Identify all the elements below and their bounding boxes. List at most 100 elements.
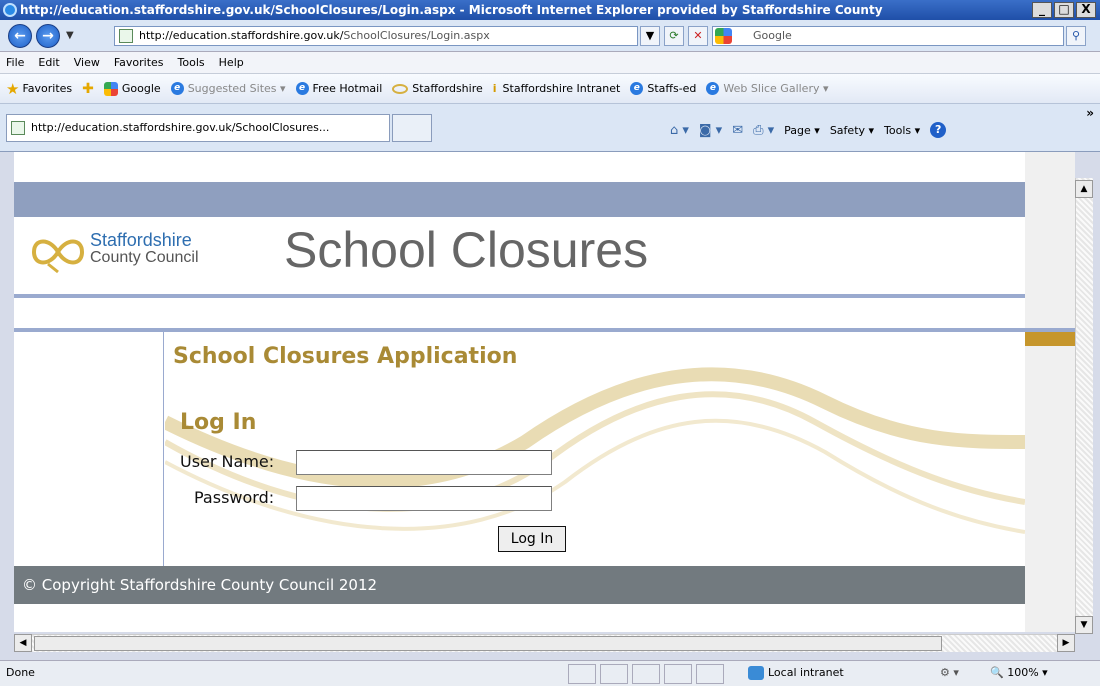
- menu-edit[interactable]: Edit: [38, 56, 59, 69]
- new-tab-button[interactable]: [392, 114, 432, 142]
- mail-icon[interactable]: ✉: [732, 123, 743, 138]
- ie-icon: [3, 3, 17, 17]
- site-title: School Closures: [284, 222, 649, 278]
- title-bar: http://education.staffordshire.gov.uk/Sc…: [0, 0, 1100, 20]
- logo-line1: Staffordshire: [90, 230, 192, 250]
- password-label: Password:: [194, 488, 275, 507]
- search-input[interactable]: Google: [712, 26, 1064, 46]
- fav-label: Google: [121, 82, 161, 95]
- search-icon[interactable]: ⚲: [1066, 26, 1086, 46]
- zone-label: Local intranet: [768, 666, 844, 679]
- url-path: SchoolClosures/Login.aspx: [343, 29, 490, 42]
- fav-item-web-slice-gallery[interactable]: e Web Slice Gallery ▾: [706, 82, 829, 95]
- horizontal-scrollbar[interactable]: [14, 634, 1075, 652]
- fav-item-google[interactable]: Google: [103, 81, 161, 96]
- menu-tools[interactable]: Tools: [178, 56, 205, 69]
- scroll-down-icon[interactable]: ▼: [1075, 616, 1093, 634]
- minimize-button[interactable]: _: [1032, 2, 1052, 18]
- logo-line2: County Council: [90, 249, 199, 266]
- status-cell: [632, 664, 660, 684]
- menu-favorites[interactable]: Favorites: [114, 56, 164, 69]
- divider: [14, 294, 1025, 298]
- gold-accent-bar: [1025, 332, 1075, 346]
- maximize-button[interactable]: □: [1054, 2, 1074, 18]
- status-bar: Done Local intranet ⚙ ▾ 🔍 100% ▾: [0, 660, 1100, 686]
- ie-icon: e: [295, 82, 309, 95]
- refresh-icon[interactable]: ⟳: [664, 26, 684, 46]
- safety-menu[interactable]: Safety ▾: [830, 124, 874, 137]
- print-icon[interactable]: ⎙ ▾: [753, 123, 774, 138]
- fav-item-staffordshire[interactable]: Staffordshire: [392, 82, 483, 95]
- status-text: Done: [6, 666, 35, 679]
- fav-label: Free Hotmail: [312, 82, 383, 95]
- forward-button[interactable]: →: [36, 24, 60, 48]
- status-cell: [696, 664, 724, 684]
- page-icon: [11, 121, 25, 135]
- intranet-icon: [748, 666, 764, 680]
- protected-mode-icon[interactable]: ⚙ ▾: [940, 661, 959, 685]
- site-header: Staffordshire County Council School Clos…: [14, 217, 1025, 297]
- username-label: User Name:: [180, 452, 275, 471]
- home-icon[interactable]: ⌂ ▾: [670, 123, 689, 138]
- recent-pages-dropdown-icon[interactable]: ▼: [66, 30, 74, 41]
- fav-label: Web Slice Gallery ▾: [723, 82, 829, 95]
- add-favorite-button[interactable]: ✚: [82, 81, 94, 97]
- command-bar: ⌂ ▾ ◙ ▾ ✉ ⎙ ▾ Page ▾ Safety ▾ Tools ▾ ?: [670, 122, 947, 138]
- fav-item-free-hotmail[interactable]: e Free Hotmail: [295, 82, 383, 95]
- fav-item-staffordshire-intranet[interactable]: i Staffordshire Intranet: [493, 82, 621, 95]
- status-cell: [664, 664, 692, 684]
- close-button[interactable]: X: [1076, 2, 1096, 18]
- menu-bar: File Edit View Favorites Tools Help: [0, 52, 1100, 74]
- url-domain: http://education.staffordshire.gov.uk/: [139, 29, 344, 42]
- fav-label: Staffordshire: [412, 82, 483, 95]
- login-button[interactable]: Log In: [498, 526, 566, 552]
- browser-window: http://education.staffordshire.gov.uk/Sc…: [0, 0, 1100, 686]
- tab-bar: http://education.staffordshire.gov.uk/Sc…: [0, 104, 1100, 152]
- zoom-level[interactable]: 🔍 100% ▾: [990, 661, 1048, 685]
- horizontal-scroll-thumb[interactable]: [34, 636, 942, 651]
- search-placeholder: Google: [753, 29, 792, 42]
- header-band: [14, 182, 1025, 217]
- status-cell: [568, 664, 596, 684]
- fav-label: Suggested Sites ▾: [187, 82, 286, 95]
- zoom-value: 100%: [1007, 666, 1039, 679]
- menu-help[interactable]: Help: [219, 56, 244, 69]
- fav-item-suggested-sites[interactable]: e Suggested Sites ▾: [170, 82, 286, 95]
- star-icon: ★: [6, 79, 20, 98]
- favorites-label: Favorites: [22, 82, 73, 95]
- more-commands-icon[interactable]: »: [1086, 106, 1094, 120]
- tools-menu[interactable]: Tools ▾: [884, 124, 920, 137]
- security-zone[interactable]: Local intranet: [748, 661, 844, 685]
- page-right-margin: [1025, 152, 1075, 632]
- tab-current[interactable]: http://education.staffordshire.gov.uk/Sc…: [6, 114, 390, 142]
- address-dropdown-icon[interactable]: ▼: [640, 26, 660, 46]
- back-button[interactable]: ←: [8, 24, 32, 48]
- stop-icon[interactable]: ✕: [688, 26, 708, 46]
- feeds-icon[interactable]: ◙ ▾: [699, 123, 722, 138]
- page-footer: © Copyright Staffordshire County Council…: [14, 566, 1025, 604]
- page-menu[interactable]: Page ▾: [784, 124, 820, 137]
- fav-item-staffs-ed[interactable]: e Staffs-ed: [630, 82, 696, 95]
- google-icon: [715, 28, 732, 44]
- favorites-bar: ★ Favorites ✚ Google e Suggested Sites ▾ e…: [0, 74, 1100, 104]
- login-heading: Log In: [180, 410, 257, 435]
- username-input[interactable]: [296, 450, 552, 475]
- scroll-up-icon[interactable]: ▲: [1075, 180, 1093, 198]
- ie-icon: e: [630, 82, 644, 95]
- menu-file[interactable]: File: [6, 56, 24, 69]
- password-input[interactable]: [296, 486, 552, 511]
- address-toolbar: ← → ▼ http://education.staffordshire.gov…: [0, 20, 1100, 52]
- favorites-button[interactable]: ★ Favorites: [6, 80, 72, 98]
- window-title: http://education.staffordshire.gov.uk/Sc…: [20, 3, 883, 17]
- page-icon: [119, 29, 133, 43]
- page-content: Staffordshire County Council School Clos…: [14, 152, 1025, 632]
- menu-view[interactable]: View: [74, 56, 100, 69]
- info-icon: i: [492, 82, 497, 95]
- google-icon: [103, 81, 118, 96]
- ie-icon: e: [706, 82, 720, 95]
- address-input[interactable]: http://education.staffordshire.gov.uk/Sc…: [114, 26, 638, 46]
- help-icon[interactable]: ?: [930, 122, 947, 138]
- scroll-right-icon[interactable]: ▶: [1057, 634, 1075, 652]
- scroll-left-icon[interactable]: ◀: [14, 634, 32, 652]
- vertical-scrollbar[interactable]: [1075, 178, 1093, 632]
